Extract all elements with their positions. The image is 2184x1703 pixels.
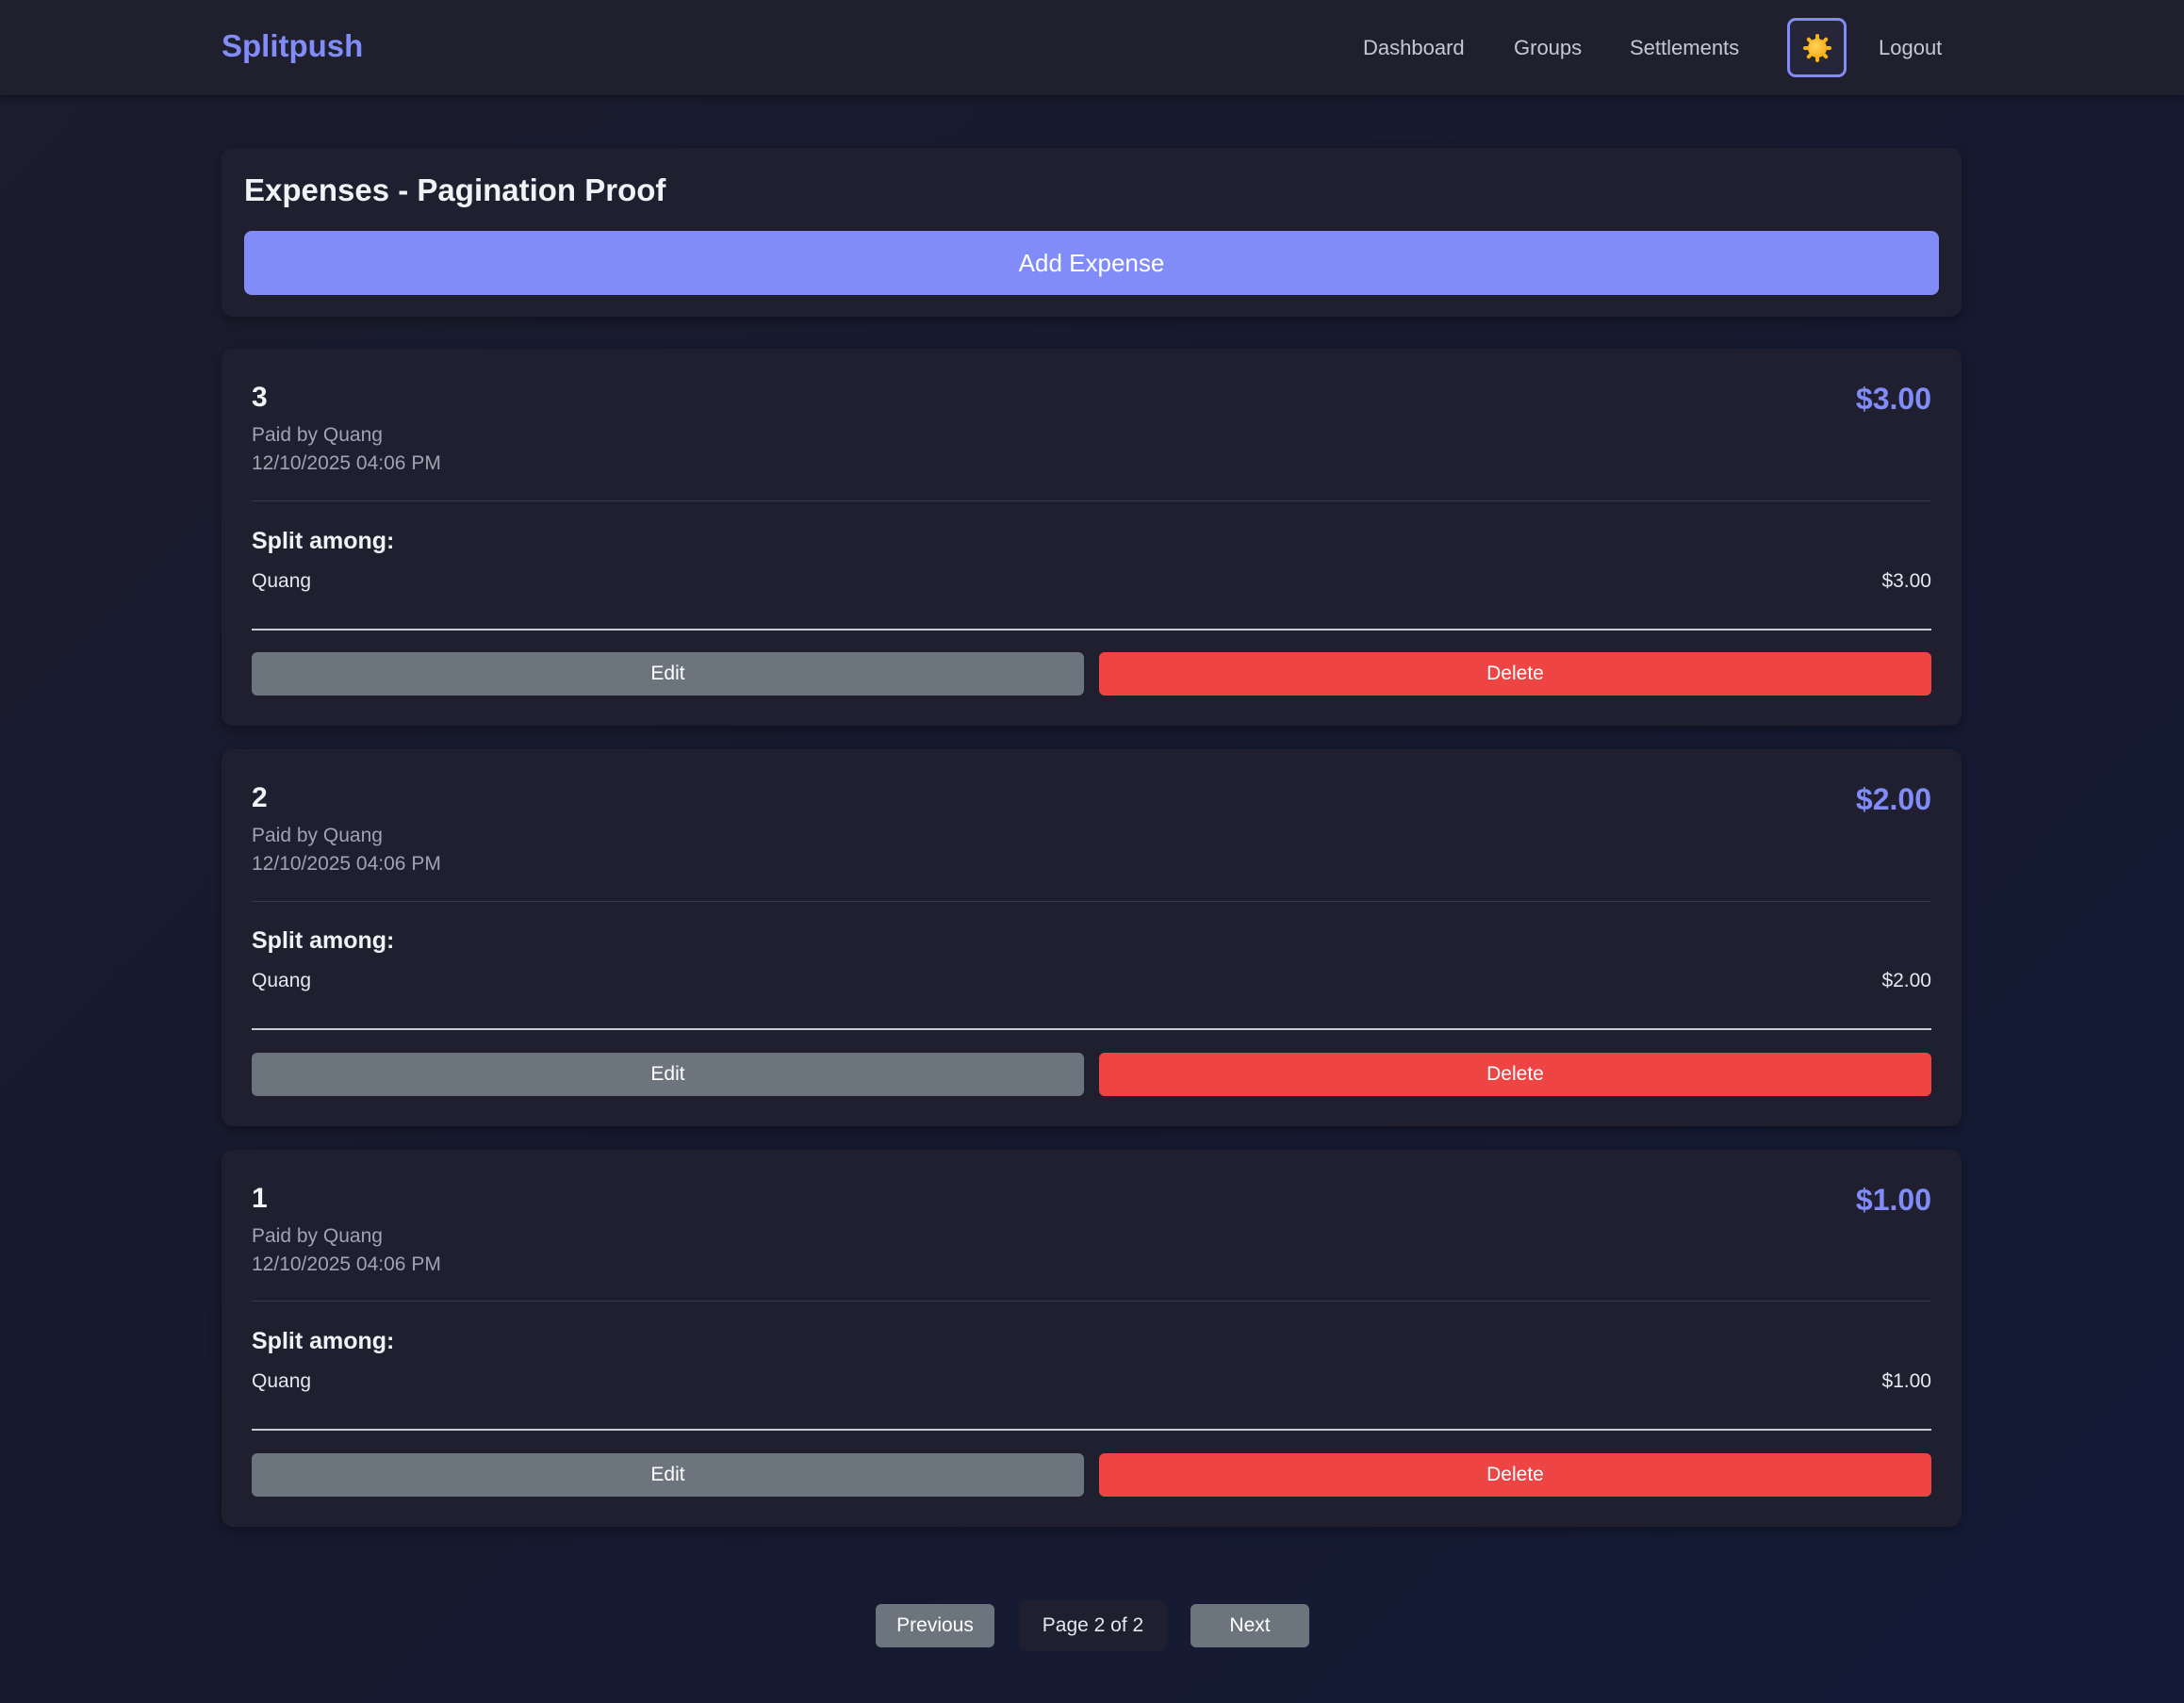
nav-dashboard[interactable]: Dashboard xyxy=(1363,36,1465,60)
divider xyxy=(252,1429,1931,1431)
split-member-name: Quang xyxy=(252,970,312,991)
theme-toggle-button[interactable] xyxy=(1787,18,1847,77)
expense-date: 12/10/2025 04:06 PM xyxy=(252,1253,441,1275)
divider xyxy=(252,629,1931,630)
split-member-amount: $3.00 xyxy=(1881,570,1931,592)
edit-button[interactable]: Edit xyxy=(252,1053,1084,1096)
page-indicator: Page 2 of 2 xyxy=(1019,1600,1167,1651)
nav-settlements[interactable]: Settlements xyxy=(1630,36,1739,60)
page-title: Expenses - Pagination Proof xyxy=(244,172,666,207)
expense-card: 2 $2.00 Paid by Quang 12/10/2025 04:06 P… xyxy=(222,749,1962,1126)
expense-title: 1 xyxy=(252,1183,268,1214)
split-member-name: Quang xyxy=(252,570,312,592)
nav-groups[interactable]: Groups xyxy=(1514,36,1582,60)
expense-card: 1 $1.00 Paid by Quang 12/10/2025 04:06 P… xyxy=(222,1150,1962,1527)
edit-button[interactable]: Edit xyxy=(252,1453,1084,1497)
expense-card: 3 $3.00 Paid by Quang 12/10/2025 04:06 P… xyxy=(222,349,1962,726)
expense-amount: $2.00 xyxy=(1855,782,1931,816)
split-member-amount: $2.00 xyxy=(1881,970,1931,991)
delete-button[interactable]: Delete xyxy=(1099,1053,1931,1096)
expense-paid-by: Paid by Quang xyxy=(252,1225,383,1247)
add-expense-button[interactable]: Add Expense xyxy=(244,231,1939,295)
top-navbar: Splitpush Dashboard Groups Settlements L… xyxy=(0,0,2184,95)
divider xyxy=(252,901,1931,902)
brand-logo[interactable]: Splitpush xyxy=(222,28,363,64)
expense-paid-by: Paid by Quang xyxy=(252,825,383,846)
sun-icon xyxy=(1802,33,1831,62)
delete-button[interactable]: Delete xyxy=(1099,1453,1931,1497)
divider xyxy=(252,1301,1931,1302)
expenses-header-card: Expenses - Pagination Proof Add Expense xyxy=(222,148,1962,317)
split-heading: Split among: xyxy=(252,927,395,954)
split-member-amount: $1.00 xyxy=(1881,1370,1931,1392)
expense-amount: $3.00 xyxy=(1855,382,1931,416)
expense-date: 12/10/2025 04:06 PM xyxy=(252,452,441,474)
edit-button[interactable]: Edit xyxy=(252,652,1084,696)
split-heading: Split among: xyxy=(252,1328,395,1354)
next-page-button[interactable]: Next xyxy=(1191,1604,1309,1647)
divider xyxy=(252,1028,1931,1030)
logout-link[interactable]: Logout xyxy=(1879,36,1942,60)
previous-page-button[interactable]: Previous xyxy=(876,1604,994,1647)
expense-title: 3 xyxy=(252,382,268,413)
split-heading: Split among: xyxy=(252,528,395,554)
delete-button[interactable]: Delete xyxy=(1099,652,1931,696)
expense-amount: $1.00 xyxy=(1855,1183,1931,1217)
divider xyxy=(252,500,1931,501)
expense-title: 2 xyxy=(252,782,268,813)
expense-date: 12/10/2025 04:06 PM xyxy=(252,853,441,875)
split-member-name: Quang xyxy=(252,1370,312,1392)
expense-paid-by: Paid by Quang xyxy=(252,424,383,446)
